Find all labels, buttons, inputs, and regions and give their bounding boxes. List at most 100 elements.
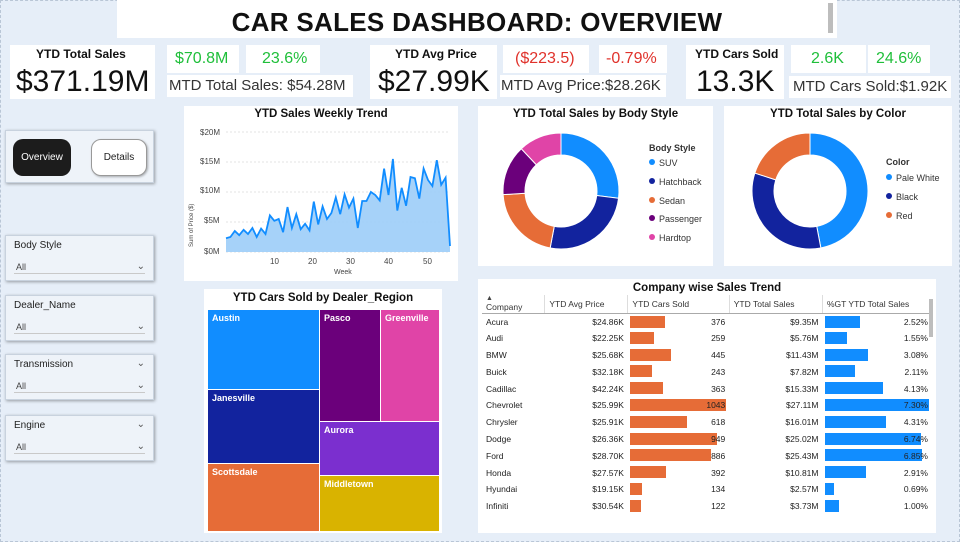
legend-dot <box>649 215 655 221</box>
page-title: CAR SALES DASHBOARD: OVERVIEW <box>231 7 723 37</box>
column-header-avg-price[interactable]: YTD Avg Price <box>544 295 628 314</box>
cars-sold-value: 134 <box>711 484 726 495</box>
kpi-cars-growth: 24.6% <box>876 50 922 67</box>
cell-avg-price: $27.57K <box>592 467 624 478</box>
body-style-donut-card: YTD Total Sales by Body Style Body Style… <box>478 106 713 266</box>
chevron-down-icon[interactable]: ⌄ <box>137 441 145 452</box>
cars-sold-value: 618 <box>711 417 726 428</box>
cell-total-sales: $16.01M <box>785 417 819 428</box>
cars-sold-value: 886 <box>711 450 726 461</box>
kpi-price-label: YTD Avg Price <box>395 47 477 61</box>
treemap-cell-janesville[interactable]: Janesville <box>208 389 319 463</box>
slicer-label: Transmission <box>14 359 74 370</box>
legend-item: SUV <box>649 158 678 168</box>
donut-slice-hatchback[interactable] <box>549 194 620 250</box>
legend-label: Black <box>896 192 919 202</box>
legend-label: Hardtop <box>659 233 692 243</box>
cell-gt-pct: 1.00% <box>823 498 933 515</box>
table-row[interactable]: Honda $27.57K 392 $10.81M 2.91% <box>482 464 932 481</box>
gt-pct-bar <box>824 466 866 479</box>
chevron-down-icon[interactable]: ⌄ <box>137 358 145 369</box>
slicer-dealer-name[interactable]: Dealer_Name All ⌄ <box>5 295 154 341</box>
cell-company: Buick <box>486 366 507 377</box>
table-row[interactable]: Infiniti $30.54K 122 $3.73M 1.00% <box>482 498 932 515</box>
y-tick-label: $15M <box>200 157 220 166</box>
cars-sold-value: 392 <box>711 467 726 478</box>
donut-slice-suv[interactable] <box>560 132 620 199</box>
weekly-trend-chart: YTD Sales Weekly Trend Sum of Price ($) … <box>184 106 458 281</box>
y-axis-label: Sum of Price ($) <box>189 204 195 247</box>
donut-slice-sedan[interactable] <box>502 192 555 249</box>
cars-sold-bar <box>629 315 665 328</box>
donut-slice-red[interactable] <box>754 132 811 181</box>
treemap-cell-aurora[interactable]: Aurora <box>319 421 439 475</box>
gt-pct-bar <box>824 315 861 328</box>
divider <box>14 392 145 393</box>
slicer-body-style[interactable]: Body Style All ⌄ <box>5 235 154 281</box>
gt-pct-value: 2.52% <box>903 316 928 327</box>
table-row[interactable]: Chrysler $25.91K 618 $16.01M 4.31% <box>482 414 932 431</box>
chevron-down-icon[interactable]: ⌄ <box>137 261 145 272</box>
cell-gt-pct: 0.69% <box>823 481 933 498</box>
legend-dot <box>886 174 892 180</box>
legend-dot <box>886 193 892 199</box>
column-header-total-sales[interactable]: YTD Total Sales <box>728 295 823 314</box>
x-tick-label: 30 <box>346 257 355 266</box>
cell-total-sales: $2.57M <box>790 484 819 495</box>
legend-label: Hatchback <box>659 177 702 187</box>
table-row[interactable]: Dodge $26.36K 949 $25.02M 6.74% <box>482 431 932 448</box>
cars-sold-value: 376 <box>711 316 726 327</box>
table-row[interactable]: Cadillac $42.24K 363 $15.33M 4.13% <box>482 380 932 397</box>
legend-dot <box>649 197 655 203</box>
table-row[interactable]: Acura $24.86K 376 $9.35M 2.52% <box>482 313 932 330</box>
table-row[interactable]: Buick $32.18K 243 $7.82M 2.11% <box>482 363 932 380</box>
cars-sold-value: 122 <box>711 501 726 512</box>
treemap-cell-scottsdale[interactable]: Scottsdale <box>208 463 319 531</box>
gt-pct-bar <box>824 348 869 361</box>
table-row[interactable]: BMW $25.68K 445 $11.43M 3.08% <box>482 347 932 364</box>
column-header-cars-sold[interactable]: YTD Cars Sold <box>627 295 730 314</box>
details-button[interactable]: Details <box>91 139 147 176</box>
treemap-cell-pasco[interactable]: Pasco <box>319 310 380 421</box>
cars-sold-bar <box>629 348 671 361</box>
chevron-down-icon[interactable]: ⌄ <box>137 321 145 332</box>
slicer-engine[interactable]: Engine All ⌄ ⌄ <box>5 415 154 461</box>
treemap-cell-middletown[interactable]: Middletown <box>319 475 439 531</box>
chart-title: YTD Total Sales by Color <box>770 108 906 120</box>
donut-slice-pale-white[interactable] <box>809 132 869 249</box>
legend-label: Sedan <box>659 196 686 206</box>
divider <box>14 333 145 334</box>
kpi-sales-growth: 23.6% <box>262 50 308 67</box>
cell-cars-sold: 392 <box>628 464 729 481</box>
y-tick-label: $0M <box>204 247 220 256</box>
cell-avg-price: $42.24K <box>592 383 624 394</box>
kpi-price-card: YTD Avg Price $27.99K <box>370 45 497 99</box>
table-row[interactable]: Ford $28.70K 886 $25.43M 6.85% <box>482 447 932 464</box>
kpi-sales-card: YTD Total Sales $371.19M <box>10 45 155 99</box>
legend-label: Passenger <box>659 214 703 224</box>
kpi-cars-growth-card: 24.6% <box>868 45 930 73</box>
cell-avg-price: $22.25K <box>592 333 624 344</box>
donut-slice-black[interactable] <box>751 172 822 250</box>
column-header-gt-pct[interactable]: %GT YTD Total Sales <box>822 295 932 314</box>
cars-sold-value: 259 <box>711 333 726 344</box>
treemap-cell-austin[interactable]: Austin <box>208 310 319 389</box>
cell-total-sales: $5.76M <box>790 333 819 344</box>
x-tick-label: 20 <box>308 257 317 266</box>
slicer-transmission[interactable]: Transmission All ⌄ ⌄ <box>5 354 154 400</box>
navigation-panel: Overview Details <box>5 130 154 183</box>
cell-total-sales: $11.43M <box>786 349 819 360</box>
treemap-cell-greenville[interactable]: Greenville <box>380 310 439 421</box>
cell-cars-sold: 376 <box>628 313 729 330</box>
table-scrollbar[interactable] <box>929 299 933 337</box>
table-row[interactable]: Hyundai $19.15K 134 $2.57M 0.69% <box>482 481 932 498</box>
column-header-company[interactable]: ▲ Company <box>482 295 545 314</box>
overview-button[interactable]: Overview <box>13 139 71 176</box>
table-row[interactable]: Chevrolet $25.99K 1043 $27.11M 7.30% <box>482 397 932 414</box>
chevron-down-icon[interactable]: ⌄ <box>137 419 145 430</box>
chevron-down-icon[interactable]: ⌄ <box>137 380 145 391</box>
chart-title: YTD Total Sales by Body Style <box>512 108 679 120</box>
title-scrollbar[interactable] <box>828 3 833 33</box>
x-axis-label: Week <box>334 269 352 276</box>
table-row[interactable]: Audi $22.25K 259 $5.76M 1.55% <box>482 330 932 347</box>
